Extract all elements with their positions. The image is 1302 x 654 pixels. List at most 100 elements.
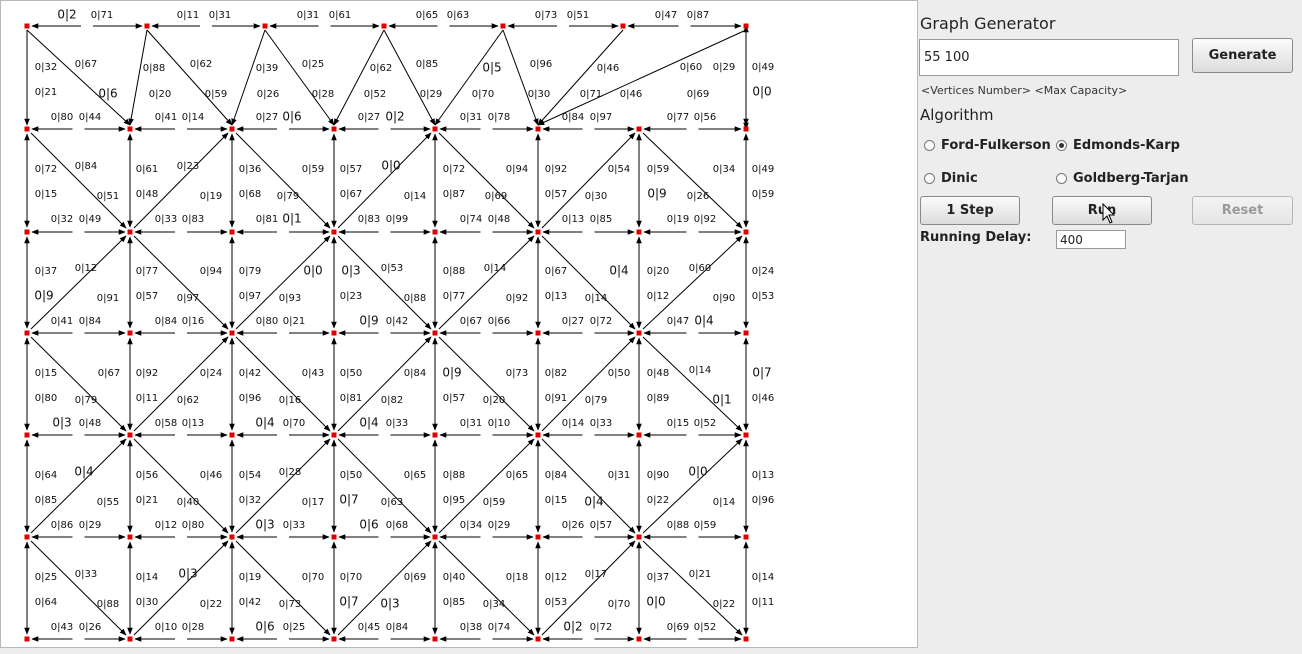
- edge-capacity-label: 0|30: [585, 191, 607, 202]
- edge-capacity-label: 0|28: [312, 89, 334, 100]
- radio-dot: [924, 173, 935, 184]
- edge-capacity-label: 0|42: [239, 597, 261, 608]
- edge-capacity-label: 0|84: [404, 368, 426, 379]
- edge-capacity-label: 0|48: [647, 368, 669, 379]
- edge-capacity-label: 0|24: [200, 368, 222, 379]
- edge-capacity-label: 0|48: [488, 214, 510, 225]
- edge-capacity-label: 0|11: [177, 10, 199, 21]
- edge-capacity-label: 0|27: [358, 112, 380, 123]
- edge-capacity-label: 0|70: [283, 418, 305, 429]
- radio-edmonds-karp[interactable]: Edmonds-Karp: [1056, 138, 1180, 153]
- edge: [133, 540, 229, 636]
- edge-capacity-label: 0|49: [79, 214, 101, 225]
- edge-capacity-label: 0|57: [545, 189, 567, 200]
- edge-capacity-label: 0|96: [530, 59, 552, 70]
- edge-capacity-label: 0|29: [488, 520, 510, 531]
- edge-capacity-label: 0|59: [694, 520, 716, 531]
- edge-capacity-label: 0|29: [420, 89, 442, 100]
- edge-capacity-label: 0|92: [545, 164, 567, 175]
- reset-button[interactable]: Reset: [1192, 196, 1293, 225]
- edge-capacity-label: 0|53: [752, 291, 774, 302]
- edge-capacity-label: 0|79: [277, 191, 299, 202]
- edge: [434, 29, 504, 126]
- edge-capacity-label: 0|91: [97, 293, 119, 304]
- radio-label: Ford-Fulkerson: [941, 138, 1051, 153]
- edge-capacity-label: 0|30: [136, 597, 158, 608]
- one-step-button[interactable]: 1 Step: [920, 196, 1020, 225]
- edge: [30, 336, 127, 432]
- edge-capacity-label: 0|33: [75, 569, 97, 580]
- edge: [642, 235, 743, 330]
- running-delay-label: Running Delay:: [920, 230, 1032, 245]
- radio-label: Goldberg-Tarjan: [1073, 171, 1189, 186]
- graph-node: [535, 636, 541, 642]
- running-delay-input[interactable]: [1056, 230, 1126, 249]
- edge-capacity-label: 0|73: [506, 368, 528, 379]
- edge-capacity-label: 0|88: [667, 520, 689, 531]
- edge-capacity-label: 0|7: [752, 366, 771, 380]
- edge-capacity-label: 0|52: [694, 622, 716, 633]
- radio-label: Dinic: [941, 171, 978, 186]
- edge-capacity-label: 0|57: [443, 393, 465, 404]
- edge-capacity-label: 0|26: [79, 622, 101, 633]
- edge-capacity-label: 0|41: [51, 316, 73, 327]
- edge-capacity-label: 0|28: [279, 467, 301, 478]
- edge-capacity-label: 0|25: [35, 572, 57, 583]
- graph-node: [636, 636, 642, 642]
- edge-capacity-label: 0|14: [689, 365, 711, 376]
- edge-capacity-label: 0|84: [386, 622, 408, 633]
- graph-node: [620, 23, 626, 29]
- edge-capacity-label: 0|92: [506, 293, 528, 304]
- edge-capacity-label: 0|4: [694, 314, 713, 328]
- edge-capacity-label: 0|56: [136, 470, 158, 481]
- graph-node: [229, 432, 235, 438]
- generate-button[interactable]: Generate: [1192, 38, 1293, 73]
- edge-capacity-label: 0|6: [98, 87, 117, 101]
- edge-capacity-label: 0|58: [155, 418, 177, 429]
- edge-capacity-label: 0|14: [484, 263, 506, 274]
- edge: [133, 336, 229, 432]
- edge-capacity-label: 0|62: [370, 63, 392, 74]
- edge-capacity-label: 0|79: [585, 395, 607, 406]
- graph-canvas[interactable]: 0|2 0|71 0|11 0|31 0|31 0|61 0|65 0|63 0|73 0|51 0…: [0, 0, 918, 648]
- radio-dot: [1056, 173, 1067, 184]
- edge-capacity-label: 0|10: [155, 622, 177, 633]
- edge-capacity-label: 0|22: [713, 599, 735, 610]
- edge-capacity-label: 0|6: [359, 518, 378, 532]
- radio-dinic[interactable]: Dinic: [924, 171, 978, 186]
- edge-capacity-label: 0|67: [340, 189, 362, 200]
- graph-node: [432, 229, 438, 235]
- edge-capacity-label: 0|67: [75, 59, 97, 70]
- edge-capacity-label: 0|60: [689, 263, 711, 274]
- graph-params-input[interactable]: [919, 39, 1179, 76]
- graph-node: [535, 534, 541, 540]
- edge-capacity-label: 0|88: [143, 63, 165, 74]
- edge-capacity-label: 0|43: [51, 622, 73, 633]
- edge-capacity-label: 0|77: [443, 291, 465, 302]
- radio-goldberg-tarjan[interactable]: Goldberg-Tarjan: [1056, 171, 1189, 186]
- edge-capacity-label: 0|71: [91, 10, 113, 21]
- edge-capacity-label: 0|72: [590, 316, 612, 327]
- edge-capacity-label: 0|69: [404, 572, 426, 583]
- edge-capacity-label: 0|2: [563, 620, 582, 634]
- edge-capacity-label: 0|64: [35, 597, 57, 608]
- edge-capacity-label: 0|77: [667, 112, 689, 123]
- edge-capacity-label: 0|12: [545, 572, 567, 583]
- edge-capacity-label: 0|85: [590, 214, 612, 225]
- edge-capacity-label: 0|0: [303, 264, 322, 278]
- edge-capacity-label: 0|83: [182, 214, 204, 225]
- edge-capacity-label: 0|91: [545, 393, 567, 404]
- edge-capacity-label: 0|53: [545, 597, 567, 608]
- graph-node: [24, 432, 30, 438]
- edge-capacity-label: 0|84: [75, 161, 97, 172]
- edge-capacity-label: 0|5: [482, 61, 501, 75]
- edge-capacity-label: 0|11: [752, 597, 774, 608]
- edge: [537, 29, 747, 126]
- radio-label: Edmonds-Karp: [1073, 138, 1180, 153]
- edge-capacity-label: 0|13: [182, 418, 204, 429]
- edge-capacity-label: 0|21: [283, 316, 305, 327]
- graph-node: [432, 432, 438, 438]
- radio-ford-fulkerson[interactable]: Ford-Fulkerson: [924, 138, 1051, 153]
- edge-capacity-label: 0|24: [752, 266, 774, 277]
- edge-capacity-label: 0|40: [443, 572, 465, 583]
